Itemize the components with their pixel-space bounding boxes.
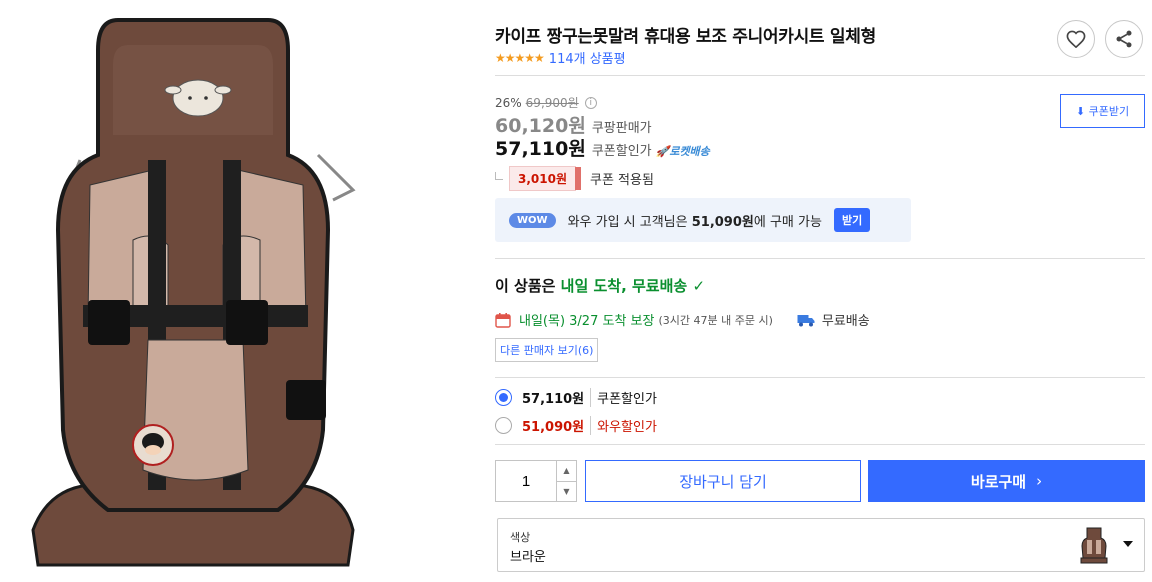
- quantity-down-button[interactable]: ▼: [557, 482, 576, 502]
- option-price: 51,090원: [522, 416, 592, 435]
- divider: [495, 258, 1145, 259]
- divider: [495, 377, 1145, 378]
- product-info-panel: 카이프 짱구는못말려 휴대용 보조 주니어카시트 일체형 ★★★★★ 114개 …: [495, 0, 1145, 582]
- quantity-steps: ▲ ▼: [556, 461, 576, 501]
- divider: [495, 75, 1145, 76]
- wow-badge: WOW: [509, 212, 556, 228]
- delivery-headline-highlight: 내일 도착, 무료배송: [560, 277, 688, 295]
- star-rating: ★★★★★: [495, 50, 545, 65]
- free-shipping: 무료배송: [797, 310, 870, 329]
- add-to-cart-button[interactable]: 장바구니 담기: [585, 460, 861, 502]
- wow-price: 51,090원: [691, 214, 754, 230]
- coupon-applied-text: 쿠폰 적용됨: [590, 173, 654, 188]
- option-price: 57,110원: [522, 388, 592, 407]
- coupon-price-label: 쿠폰할인가: [591, 144, 652, 159]
- original-price: 69,900원: [525, 96, 579, 110]
- free-shipping-label: 무료배송: [821, 314, 870, 329]
- option-label: 와우할인가: [597, 420, 657, 435]
- arrival-row: 내일(목) 3/27 도착 보장 (3시간 47분 내 주문 시) 무료배송: [495, 310, 870, 329]
- wow-get-button[interactable]: 받기: [833, 208, 871, 232]
- divider: [495, 444, 1145, 445]
- delivery-headline-prefix: 이 상품은: [495, 277, 561, 295]
- product-title: 카이프 짱구는못말려 휴대용 보조 주니어카시트 일체형: [495, 27, 876, 47]
- wow-text-before: 와우 가입 시 고객님은: [567, 214, 692, 230]
- wow-text: 와우 가입 시 고객님은 51,090원에 구매 가능: [568, 211, 822, 230]
- coupon-amount-tag: 3,010원: [509, 166, 581, 191]
- quantity-input[interactable]: [496, 461, 556, 501]
- wow-text-after: 에 구매 가능: [753, 214, 822, 230]
- get-coupon-button[interactable]: ⬇ 쿠폰받기: [1060, 94, 1145, 128]
- color-option-select[interactable]: 색상 브라운: [497, 518, 1145, 572]
- rating-row: ★★★★★ 114개 상품평: [495, 48, 626, 68]
- delivery-headline: 이 상품은 내일 도착, 무료배송 ✓: [495, 275, 705, 296]
- variant-thumbnail: [1073, 524, 1115, 566]
- discount-row: 26% 69,900원 i: [495, 94, 597, 111]
- tree-connector: [495, 171, 503, 180]
- discount-rate: 26%: [495, 95, 522, 110]
- wow-membership-banner: WOW 와우 가입 시 고객님은 51,090원에 구매 가능 받기: [495, 198, 911, 242]
- chevron-right-icon: ›: [1036, 472, 1043, 490]
- quantity-stepper: ▲ ▼: [495, 460, 577, 502]
- share-icon: [1116, 30, 1132, 48]
- coupon-applied-row: 3,010원 쿠폰 적용됨: [495, 166, 654, 191]
- arrival-date: 내일(목) 3/27 도착 보장: [519, 314, 655, 329]
- caret-down-icon[interactable]: [1123, 541, 1133, 547]
- product-image: [31, 18, 356, 567]
- buy-now-label: 바로구매: [970, 472, 1027, 491]
- price-option-coupon[interactable]: 57,110원 쿠폰할인가: [495, 388, 657, 407]
- coupon-price: 57,110원: [495, 138, 586, 160]
- heart-icon: [1066, 30, 1086, 48]
- price-option-wow[interactable]: 51,090원 와우할인가: [495, 416, 657, 435]
- option-label: 쿠폰할인가: [597, 392, 657, 407]
- buy-now-button[interactable]: 바로구매 ›: [868, 460, 1145, 502]
- radio-selected[interactable]: [495, 389, 512, 406]
- option-select-value: 브라운: [510, 550, 546, 565]
- share-button[interactable]: [1105, 20, 1143, 58]
- rocket-delivery-badge: 🚀로켓배송: [655, 145, 710, 158]
- info-icon[interactable]: i: [584, 96, 597, 109]
- review-count-link[interactable]: 114개 상품평: [549, 48, 626, 67]
- radio-unselected[interactable]: [495, 417, 512, 434]
- coupon-price-row: 57,110원 쿠폰할인가 🚀로켓배송: [495, 134, 710, 161]
- other-sellers-link[interactable]: 다른 판매자 보기(6): [495, 338, 599, 362]
- quantity-up-button[interactable]: ▲: [557, 461, 576, 482]
- truck-icon: [797, 314, 815, 326]
- check-icon: ✓: [692, 277, 706, 295]
- arrival-cutoff-note: (3시간 47분 내 주문 시): [658, 313, 773, 327]
- calendar-icon: [495, 312, 511, 328]
- option-select-label: 색상: [510, 531, 531, 544]
- wishlist-button[interactable]: [1057, 20, 1095, 58]
